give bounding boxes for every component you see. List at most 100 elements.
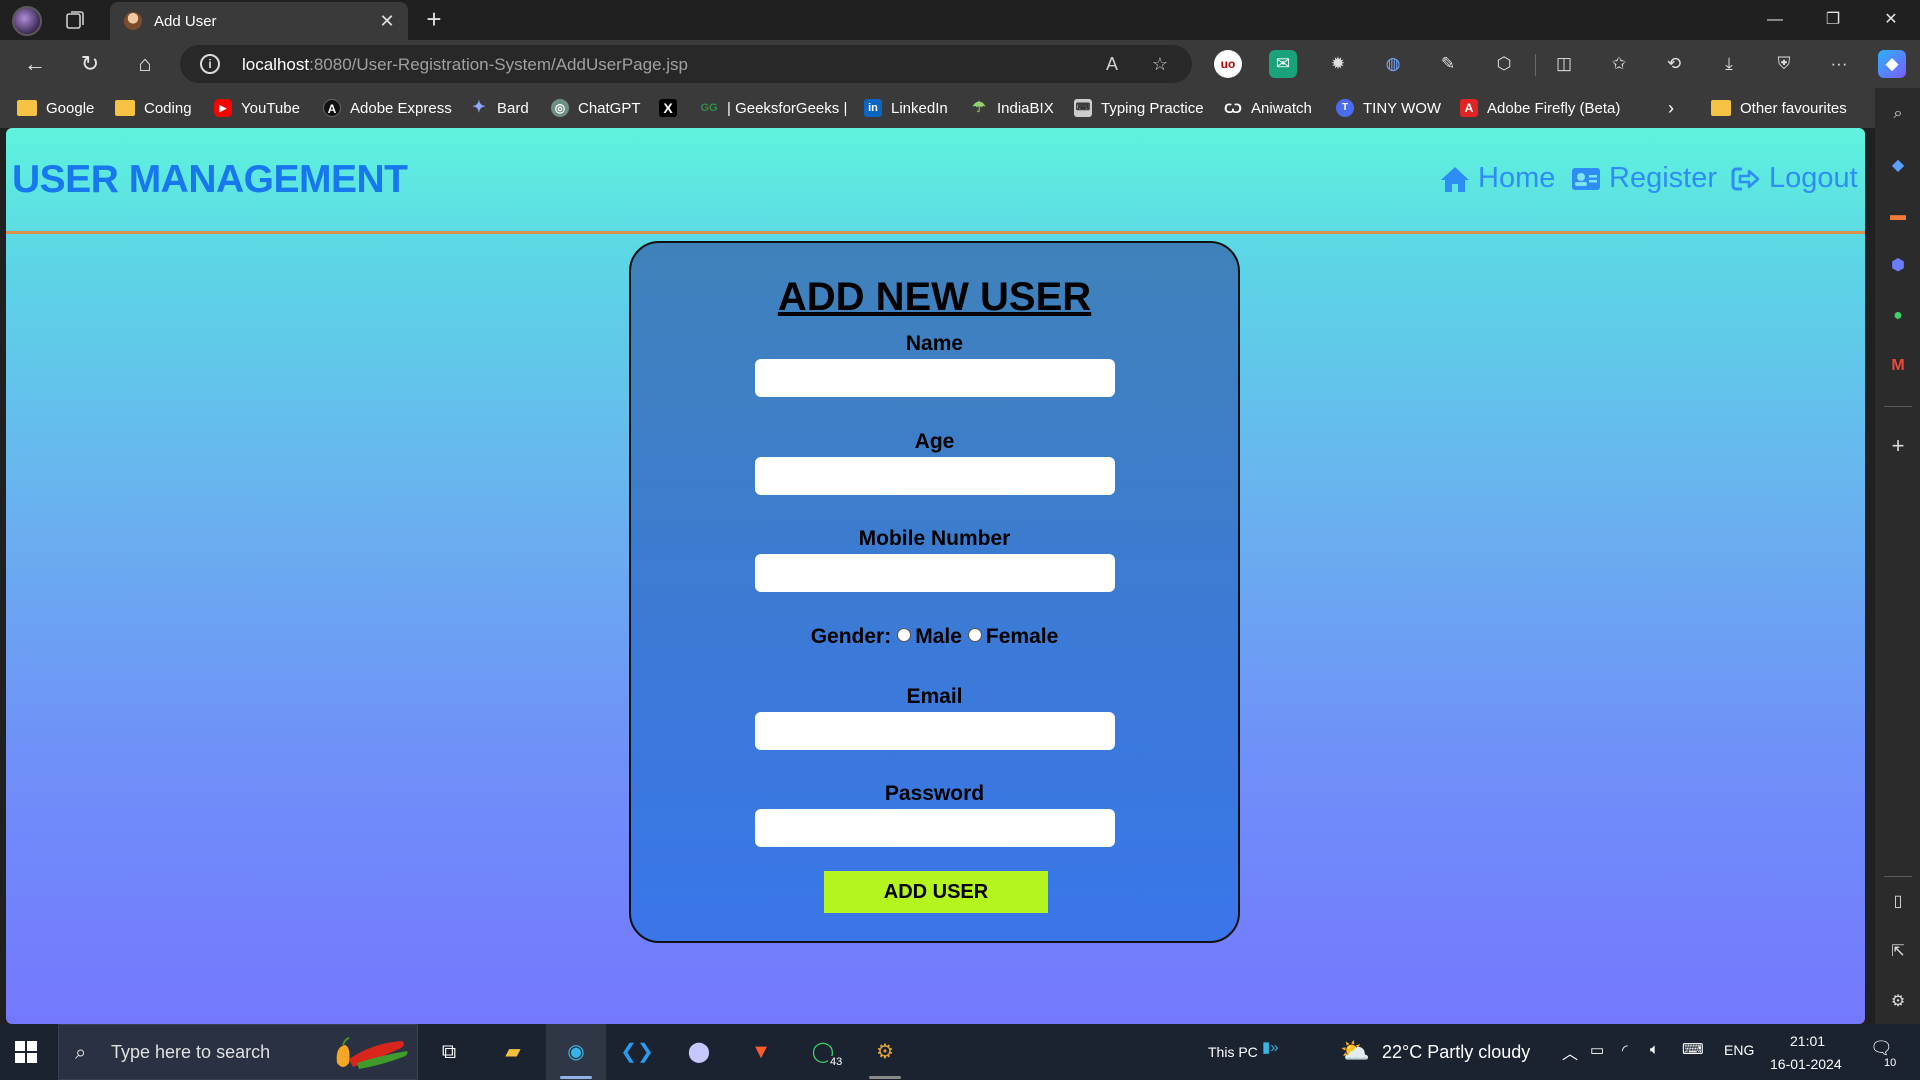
- site-brand[interactable]: USER MANAGEMENT: [12, 158, 408, 202]
- copilot-icon[interactable]: ◆: [1878, 50, 1906, 78]
- notification-center-icon[interactable]: 🗨︎: [1870, 1038, 1893, 1059]
- downloads-icon[interactable]: ⤓: [1715, 50, 1743, 78]
- mail-extension-icon[interactable]: ✉: [1269, 50, 1297, 78]
- cloud-storage-icon[interactable]: ▮»: [1262, 1038, 1279, 1056]
- office-icon[interactable]: ⬢: [1886, 254, 1910, 278]
- split-screen-icon[interactable]: ◫: [1550, 50, 1578, 78]
- back-icon[interactable]: ←: [20, 50, 50, 78]
- file-explorer-icon[interactable]: ▰: [490, 1032, 536, 1072]
- wifi-icon[interactable]: ◜: [1622, 1041, 1628, 1059]
- volume-icon[interactable]: 🔈︎: [1650, 1041, 1659, 1058]
- input-language[interactable]: ENG: [1724, 1042, 1754, 1058]
- whatsapp-sidebar-icon[interactable]: ●: [1886, 304, 1910, 328]
- windows-start-icon[interactable]: [14, 1040, 38, 1064]
- settings-extension-icon[interactable]: ✹: [1324, 50, 1352, 78]
- gender-male-radio[interactable]: [897, 628, 912, 642]
- favourite-x[interactable]: X: [659, 97, 686, 119]
- task-view-icon[interactable]: ⧉: [426, 1032, 472, 1072]
- nav-home-link[interactable]: Home: [1440, 162, 1555, 195]
- gender-male-label[interactable]: Male: [915, 625, 962, 649]
- site-info-icon[interactable]: i: [200, 54, 220, 74]
- address-bar[interactable]: i localhost:8080/User-Registration-Syste…: [180, 45, 1192, 83]
- search-icon[interactable]: ⌕: [1886, 102, 1910, 126]
- adobe-firefly-icon: A: [1460, 99, 1478, 117]
- mobile-number-field[interactable]: [755, 554, 1115, 592]
- favourite-coding[interactable]: Coding: [115, 97, 192, 119]
- nav-logout-link[interactable]: Logout: [1731, 162, 1858, 195]
- favourite-label: TINY WOW: [1363, 99, 1442, 117]
- favourite-geeksforgeeks[interactable]: GG | GeeksforGeeks |: [700, 97, 847, 119]
- add-user-button[interactable]: ADD USER: [824, 871, 1048, 913]
- vscode-icon[interactable]: ❮❯: [614, 1032, 660, 1072]
- settings-app-icon[interactable]: ⚙: [862, 1032, 908, 1072]
- read-aloud-icon[interactable]: A: [1100, 53, 1124, 75]
- eyedropper-icon[interactable]: ✎: [1434, 50, 1462, 78]
- tools-briefcase-icon[interactable]: ▬: [1886, 204, 1910, 228]
- nav-register-link[interactable]: Register: [1571, 162, 1717, 195]
- add-sidebar-app-icon[interactable]: +: [1886, 434, 1910, 458]
- keyboard-icon[interactable]: ⌨: [1682, 1040, 1704, 1058]
- favourites-icon[interactable]: ✩: [1605, 50, 1633, 78]
- window-close-button[interactable]: ✕: [1864, 0, 1918, 40]
- browser-essentials-icon[interactable]: ⛨: [1770, 50, 1798, 78]
- home-browser-icon[interactable]: ⌂: [130, 50, 160, 78]
- gmail-icon[interactable]: M: [1886, 354, 1910, 378]
- nav-register-label: Register: [1609, 162, 1717, 194]
- weather-partly-cloudy-icon[interactable]: ⛅: [1340, 1037, 1370, 1066]
- favourite-chatgpt[interactable]: ◎ ChatGPT: [551, 97, 641, 119]
- site-header: USER MANAGEMENT Home Register Logout: [6, 128, 1865, 232]
- age-field[interactable]: [755, 457, 1115, 495]
- favourite-adobe-express[interactable]: A Adobe Express: [323, 97, 452, 119]
- favourite-label: ChatGPT: [578, 99, 641, 117]
- history-icon[interactable]: ⟲: [1660, 50, 1688, 78]
- favourite-other-favourites[interactable]: Other favourites: [1711, 97, 1847, 119]
- show-hidden-icons-chevron-icon[interactable]: ︿: [1562, 1040, 1578, 1064]
- weather-text[interactable]: 22°C Partly cloudy: [1382, 1042, 1530, 1063]
- header-divider: [6, 231, 1865, 234]
- profile-avatar[interactable]: [12, 6, 42, 36]
- favourite-aniwatch[interactable]: Ѡ Aniwatch: [1224, 97, 1312, 119]
- workspaces-icon[interactable]: [64, 9, 86, 31]
- more-menu-icon[interactable]: ···: [1825, 50, 1853, 78]
- new-tab-button[interactable]: +: [420, 6, 448, 34]
- clock-date[interactable]: 16-01-2024: [1770, 1056, 1842, 1072]
- favourite-indiabix[interactable]: ☂ IndiaBIX: [970, 97, 1053, 119]
- more-favourites-chevron-icon[interactable]: ›: [1668, 97, 1674, 119]
- favourite-bard[interactable]: ✦ Bard: [470, 97, 528, 119]
- gender-female-radio[interactable]: [967, 628, 982, 642]
- sidebar-settings-gear-icon[interactable]: ⚙: [1886, 990, 1910, 1014]
- hide-sidebar-icon[interactable]: ▯: [1886, 890, 1910, 914]
- tab-add-user[interactable]: Add User ✕: [110, 2, 408, 40]
- favourite-google[interactable]: Google: [17, 97, 94, 119]
- refresh-icon[interactable]: ↻: [75, 50, 105, 78]
- name-field[interactable]: [755, 359, 1115, 397]
- restore-button[interactable]: ❐: [1806, 0, 1860, 40]
- email-field[interactable]: [755, 712, 1115, 750]
- url-text[interactable]: localhost:8080/User-Registration-System/…: [242, 55, 688, 75]
- globe-extension-icon[interactable]: ◍: [1379, 50, 1407, 78]
- taskbar-search-box[interactable]: ⌕ Type here to search: [58, 1024, 418, 1080]
- brave-icon[interactable]: ▼: [738, 1032, 784, 1072]
- extensions-icon[interactable]: ⬡: [1490, 50, 1518, 78]
- tinywow-icon: T: [1336, 99, 1354, 117]
- gender-female-label[interactable]: Female: [986, 625, 1058, 649]
- favourite-typing-practice[interactable]: ⌨ Typing Practice: [1074, 97, 1204, 119]
- ublock-icon[interactable]: uo: [1214, 50, 1242, 78]
- eclipse-icon[interactable]: ⬤: [676, 1032, 722, 1072]
- clock-time[interactable]: 21:01: [1790, 1033, 1825, 1049]
- this-pc-label[interactable]: This PC: [1208, 1044, 1258, 1060]
- gender-group: Gender: Male Female: [631, 625, 1238, 649]
- close-tab-icon[interactable]: ✕: [376, 10, 398, 32]
- open-external-icon[interactable]: ⇱: [1886, 940, 1910, 964]
- favourite-adobe-firefly[interactable]: A Adobe Firefly (Beta): [1460, 97, 1620, 119]
- url-host: localhost: [242, 55, 310, 74]
- battery-icon[interactable]: ▭: [1590, 1041, 1604, 1059]
- favourite-star-icon[interactable]: ☆: [1148, 53, 1172, 75]
- shopping-tag-icon[interactable]: ◆: [1886, 154, 1910, 178]
- favourite-tiny-wow[interactable]: T TINY WOW: [1336, 97, 1441, 119]
- password-field[interactable]: [755, 809, 1115, 847]
- favourite-youtube[interactable]: ▶ YouTube: [214, 97, 300, 119]
- favourite-linkedin[interactable]: in LinkedIn: [864, 97, 948, 119]
- minimize-button[interactable]: —: [1748, 0, 1802, 40]
- edge-browser-icon[interactable]: ◉: [553, 1032, 599, 1072]
